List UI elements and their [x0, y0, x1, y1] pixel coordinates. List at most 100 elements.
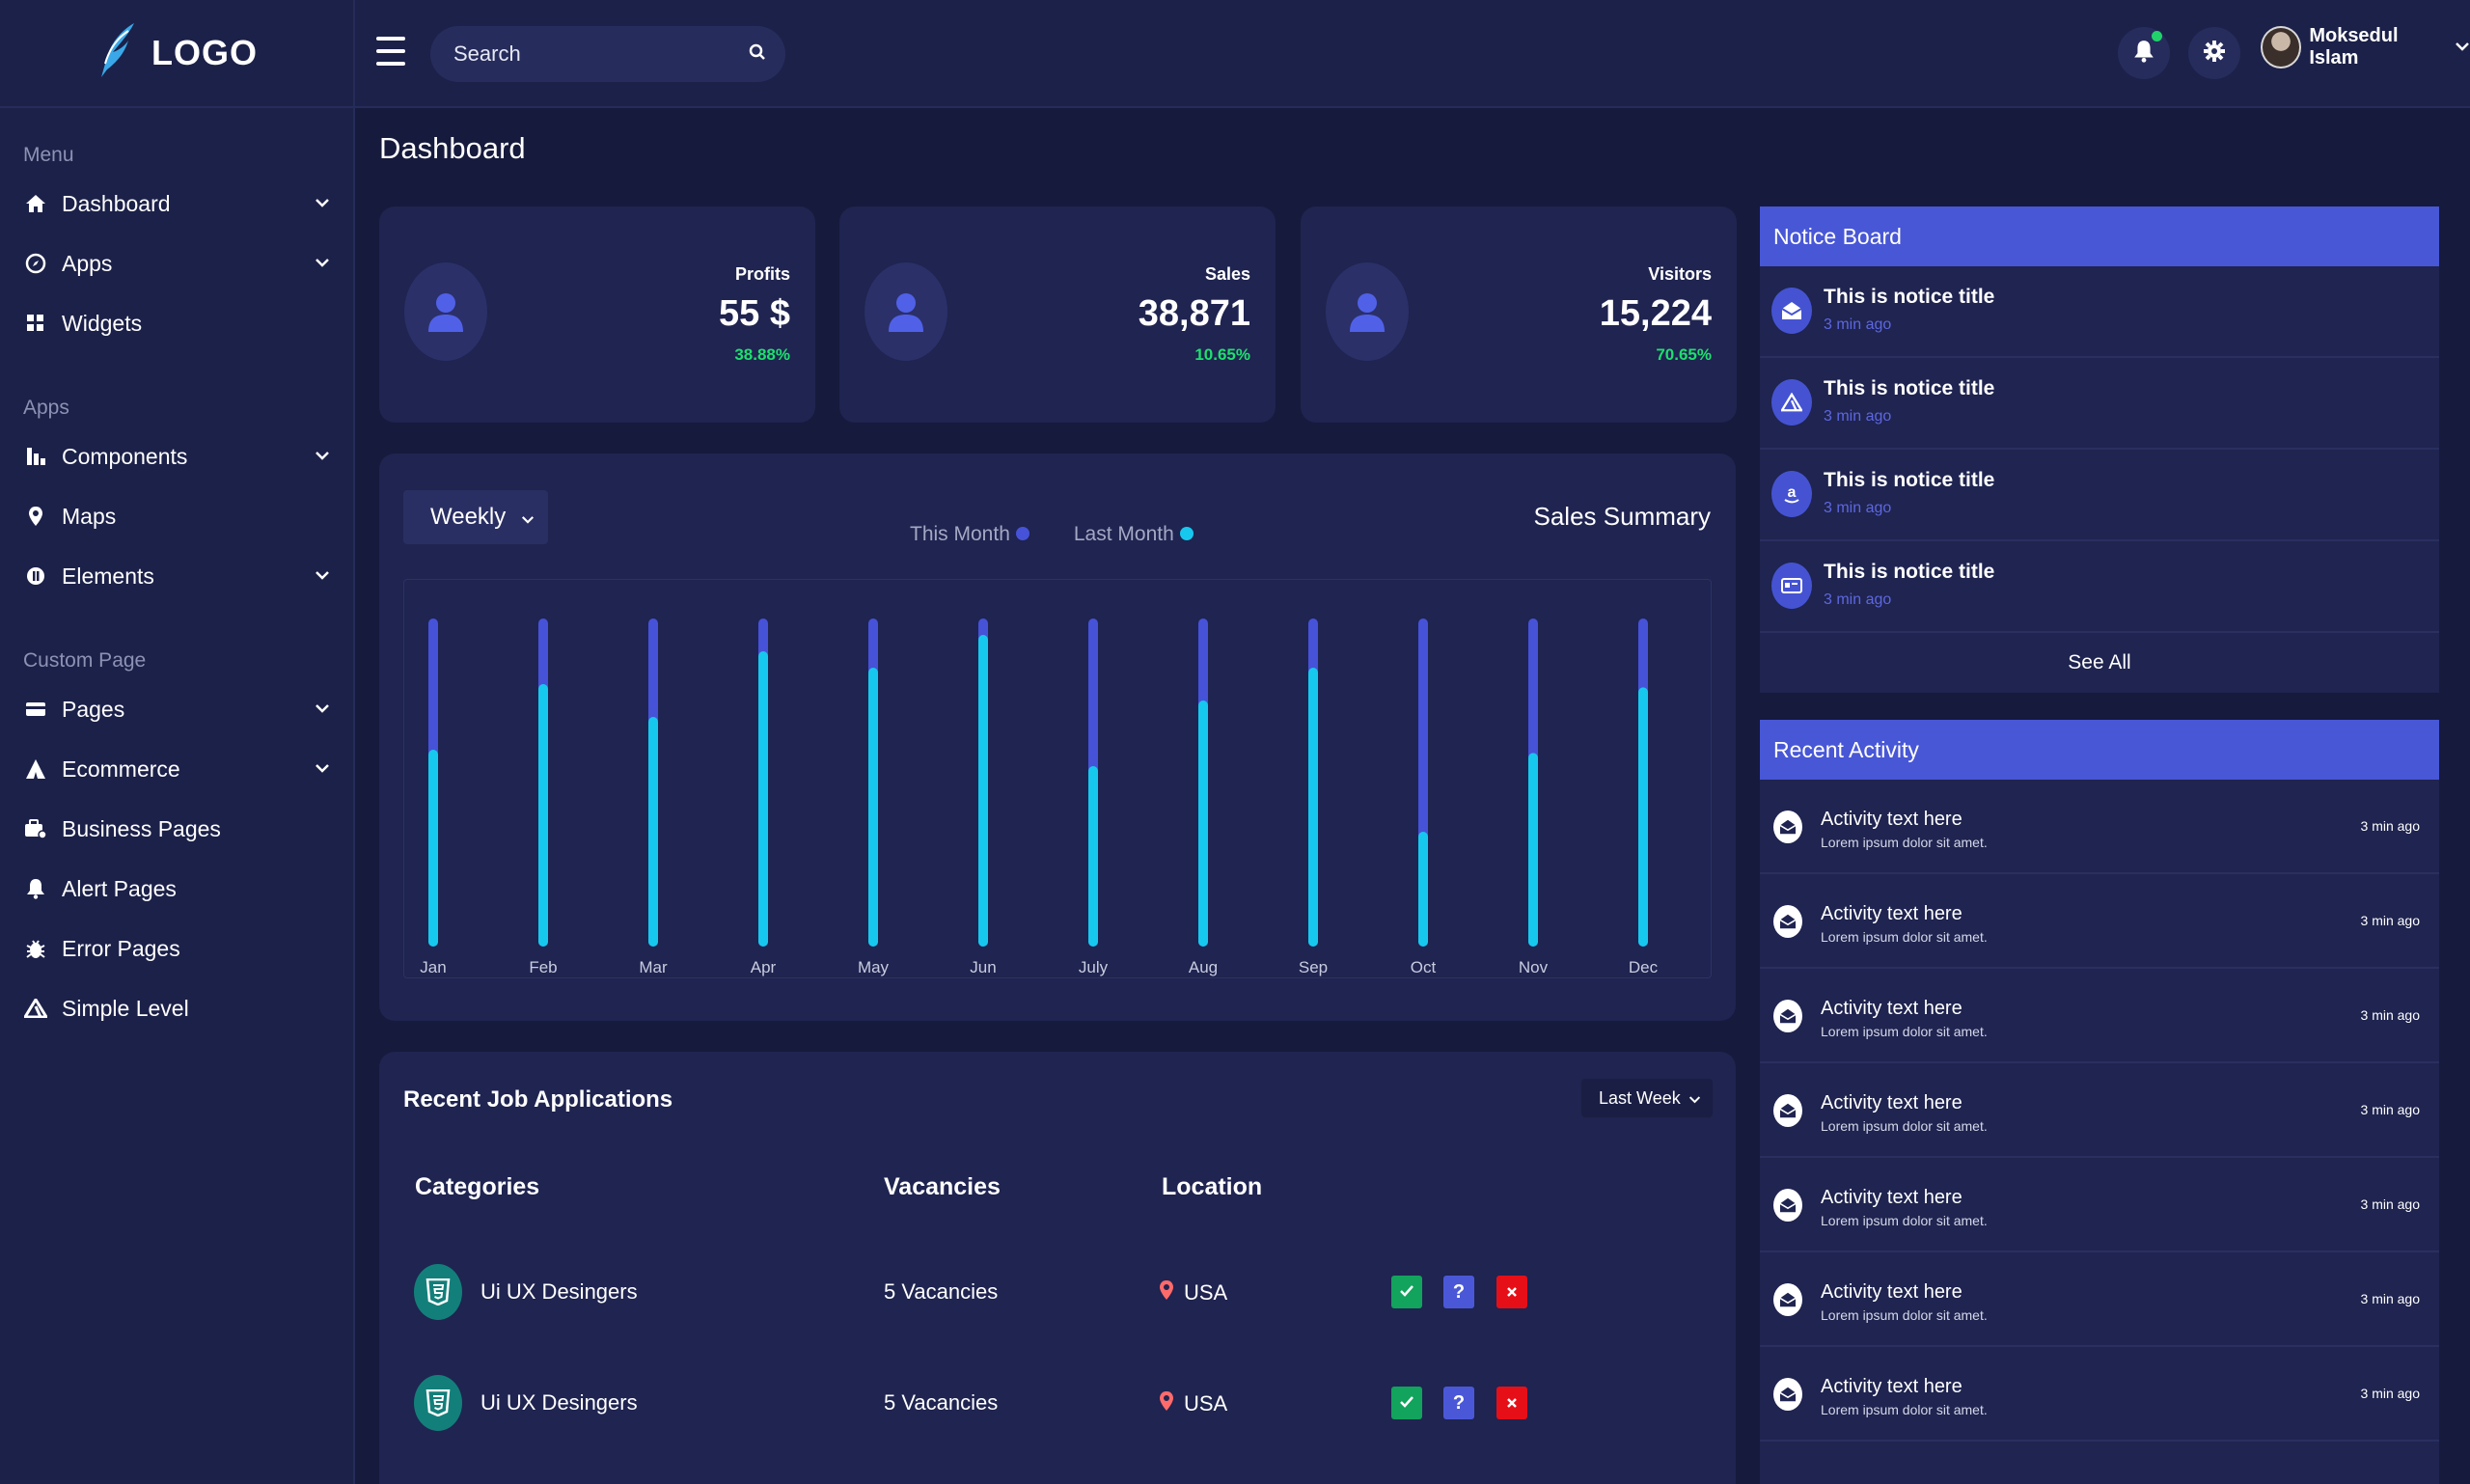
- stat-change: 70.65%: [1656, 345, 1712, 364]
- bar-last-month-sep[interactable]: [1308, 668, 1318, 947]
- x-tick-label: Jan: [420, 958, 446, 976]
- sidebar-item-dashboard[interactable]: Dashboard: [0, 174, 353, 234]
- x-tick-label: Oct: [1411, 958, 1437, 976]
- stat-value: 38,871: [1138, 293, 1250, 334]
- section-label-custom-page: Custom Page: [23, 649, 147, 672]
- activity-item[interactable]: Activity text here Lorem ipsum dolor sit …: [1760, 780, 2439, 874]
- notice-item[interactable]: This is notice title 3 min ago: [1760, 541, 2439, 633]
- chevron-down-icon: [521, 504, 535, 531]
- notice-item[interactable]: This is notice title 3 min ago: [1760, 266, 2439, 358]
- svg-text:a: a: [1788, 484, 1797, 501]
- sidebar-item-business-pages[interactable]: Business Pages: [0, 799, 353, 859]
- approve-button[interactable]: [1391, 1387, 1422, 1419]
- x-tick-label: Feb: [529, 958, 557, 976]
- search-icon[interactable]: [749, 43, 766, 66]
- bar-last-month-jan[interactable]: [428, 750, 438, 947]
- chevron-down-icon: [315, 567, 330, 585]
- bar-last-month-mar[interactable]: [648, 717, 658, 947]
- html5-icon: [414, 1264, 462, 1320]
- brand-logo[interactable]: LOGO: [0, 0, 353, 108]
- topbar: Moksedul Islam: [355, 0, 2470, 108]
- activity-title: Activity text here: [1821, 1187, 1962, 1208]
- stat-card-visitors: Visitors 15,224 70.65%: [1301, 206, 1737, 423]
- stat-card-sales: Sales 38,871 10.65%: [839, 206, 1276, 423]
- bell-icon: [2133, 40, 2154, 68]
- menu-icon[interactable]: [376, 37, 405, 66]
- job-vacancies: 5 Vacancies: [884, 1279, 999, 1304]
- bar-last-month-july[interactable]: [1088, 766, 1098, 947]
- activity-description: Lorem ipsum dolor sit amet.: [1821, 1307, 1988, 1323]
- sidebar-item-alert-pages[interactable]: Alert Pages: [0, 859, 353, 919]
- activity-item[interactable]: Activity text here Lorem ipsum dolor sit …: [1760, 1252, 2439, 1347]
- notice-item[interactable]: This is notice title 3 min ago: [1760, 358, 2439, 450]
- activity-time: 3 min ago: [2360, 1102, 2420, 1117]
- stat-label: Visitors: [1648, 264, 1712, 284]
- close-icon: [1506, 1392, 1518, 1415]
- activity-item[interactable]: Activity text here Lorem ipsum dolor sit …: [1760, 1347, 2439, 1442]
- notice-title: This is notice title: [1824, 561, 1995, 583]
- bar-last-month-jun[interactable]: [978, 635, 988, 947]
- reject-button[interactable]: [1496, 1387, 1527, 1419]
- activity-title: Activity text here: [1821, 1092, 1962, 1113]
- activity-item[interactable]: Activity text here Lorem ipsum dolor sit …: [1760, 1158, 2439, 1252]
- info-button[interactable]: ?: [1443, 1276, 1474, 1308]
- gear-icon: [2203, 40, 2226, 68]
- chevron-down-icon: [2455, 39, 2470, 56]
- chevron-down-icon: [315, 701, 330, 718]
- bar-last-month-feb[interactable]: [538, 684, 548, 947]
- location-text: USA: [1184, 1280, 1228, 1305]
- activity-item[interactable]: Activity text here Lorem ipsum dolor sit …: [1760, 874, 2439, 969]
- notifications-button[interactable]: [2118, 27, 2170, 79]
- table-row: Ui UX Desingers 5 Vacancies USA ?: [379, 1369, 1736, 1437]
- bar-last-month-dec[interactable]: [1638, 687, 1648, 947]
- sidebar-item-ecommerce[interactable]: Ecommerce: [0, 739, 353, 799]
- x-tick-label: May: [858, 958, 890, 976]
- search-input[interactable]: [453, 41, 749, 67]
- activity-title: Activity text here: [1821, 809, 1962, 830]
- sidebar-item-label: Business Pages: [62, 815, 221, 841]
- x-tick-label: Nov: [1519, 958, 1549, 976]
- sidebar-item-components[interactable]: Components: [0, 426, 353, 486]
- bar-last-month-apr[interactable]: [758, 651, 768, 947]
- range-select[interactable]: Last Week: [1581, 1079, 1713, 1117]
- sidebar-item-elements[interactable]: Elements: [0, 546, 353, 606]
- activity-item[interactable]: Activity text here Lorem ipsum dolor sit …: [1760, 969, 2439, 1063]
- bar-last-month-oct[interactable]: [1418, 832, 1428, 947]
- user-icon: [404, 262, 487, 361]
- notice-item[interactable]: a This is notice title 3 min ago: [1760, 450, 2439, 541]
- home-icon: [23, 191, 48, 216]
- bar-last-month-may[interactable]: [868, 668, 878, 947]
- triangle-icon: [23, 996, 48, 1021]
- bell-icon: [23, 876, 48, 901]
- feather-logo-icon: [96, 21, 140, 86]
- settings-button[interactable]: [2188, 27, 2240, 79]
- period-select[interactable]: Weekly: [403, 490, 548, 544]
- x-tick-label: Apr: [751, 958, 777, 976]
- chevron-down-icon: [315, 195, 330, 212]
- reject-button[interactable]: [1496, 1276, 1527, 1308]
- activity-time: 3 min ago: [2360, 1007, 2420, 1023]
- envelope-open-icon: [1773, 1378, 1802, 1411]
- see-all-link[interactable]: See All: [1760, 633, 2439, 693]
- approve-button[interactable]: [1391, 1276, 1422, 1308]
- sidebar-item-widgets[interactable]: Widgets: [0, 293, 353, 353]
- bar-last-month-aug[interactable]: [1198, 701, 1208, 947]
- sidebar-item-error-pages[interactable]: Error Pages: [0, 919, 353, 978]
- sidebar-item-simple-level[interactable]: Simple Level: [0, 978, 353, 1038]
- legend-dot: [1015, 527, 1029, 540]
- sidebar-item-apps[interactable]: Apps: [0, 234, 353, 293]
- sidebar-item-label: Ecommerce: [62, 756, 180, 782]
- stat-change: 38.88%: [734, 345, 790, 364]
- sidebar-item-maps[interactable]: Maps: [0, 486, 353, 546]
- bar-chart: Jan Feb Mar Apr May Jun July Aug Sep Oct Nov Dec: [403, 579, 1712, 978]
- user-menu[interactable]: Moksedul Islam: [2261, 25, 2470, 69]
- question-mark: ?: [1452, 1391, 1466, 1414]
- check-icon: [1399, 1392, 1414, 1415]
- job-location: USA: [1159, 1390, 1227, 1417]
- sidebar-item-pages[interactable]: Pages: [0, 679, 353, 739]
- activity-description: Lorem ipsum dolor sit amet.: [1821, 1213, 1988, 1228]
- info-button[interactable]: ?: [1443, 1387, 1474, 1419]
- bar-last-month-nov[interactable]: [1528, 753, 1538, 947]
- activity-item[interactable]: Activity text here Lorem ipsum dolor sit …: [1760, 1063, 2439, 1158]
- activity-title: Activity text here: [1821, 1281, 1962, 1303]
